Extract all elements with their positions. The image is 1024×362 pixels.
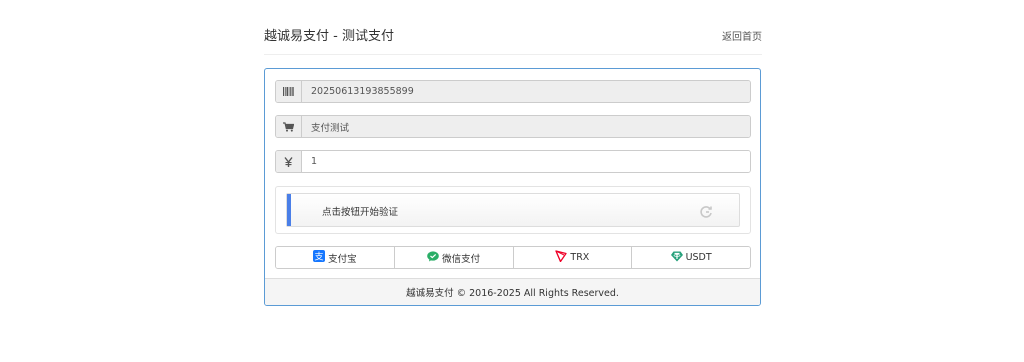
barcode-icon	[276, 81, 302, 102]
page-title: 越诚易支付 - 测试支付	[264, 29, 394, 44]
tether-icon	[670, 251, 683, 265]
payment-panel: 20250613193855899 支付测试 1 点击按钮开始验证 支 支付宝 …	[264, 68, 761, 306]
payment-method-group: 支 支付宝 微信支付 TRX USDT	[275, 246, 751, 269]
product-name-field[interactable]: 支付测试	[302, 116, 750, 137]
product-name-group: 支付测试	[275, 115, 751, 138]
home-link[interactable]: 返回首页	[722, 28, 762, 43]
alipay-button[interactable]: 支 支付宝	[276, 247, 395, 268]
svg-text:支: 支	[315, 251, 324, 263]
usdt-label: USDT	[685, 252, 712, 263]
alipay-icon: 支	[313, 250, 326, 265]
amount-group: 1	[275, 150, 751, 173]
tron-icon	[555, 250, 568, 265]
cart-icon	[276, 116, 302, 137]
wechat-icon	[427, 250, 439, 265]
yen-icon	[276, 151, 302, 172]
captcha-accent-bar	[287, 194, 291, 226]
amount-input[interactable]: 1	[302, 151, 750, 172]
wechat-pay-button[interactable]: 微信支付	[394, 247, 514, 268]
captcha-button[interactable]: 点击按钮开始验证	[286, 193, 740, 227]
wechat-pay-label: 微信支付	[442, 253, 481, 265]
alipay-label: 支付宝	[328, 253, 357, 265]
captcha-container: 点击按钮开始验证	[275, 186, 751, 234]
order-number-group: 20250613193855899	[275, 80, 751, 103]
copyright-text: 越诚易支付 © 2016-2025 All Rights Reserved.	[406, 288, 619, 299]
captcha-label: 点击按钮开始验证	[322, 207, 399, 218]
panel-footer: 越诚易支付 © 2016-2025 All Rights Reserved.	[265, 278, 760, 305]
page-header: 越诚易支付 - 测试支付 返回首页	[264, 20, 762, 55]
trx-button[interactable]: TRX	[513, 247, 633, 268]
usdt-button[interactable]: USDT	[632, 247, 750, 268]
refresh-icon	[699, 204, 713, 223]
trx-label: TRX	[570, 252, 590, 263]
order-number-field[interactable]: 20250613193855899	[302, 81, 750, 102]
